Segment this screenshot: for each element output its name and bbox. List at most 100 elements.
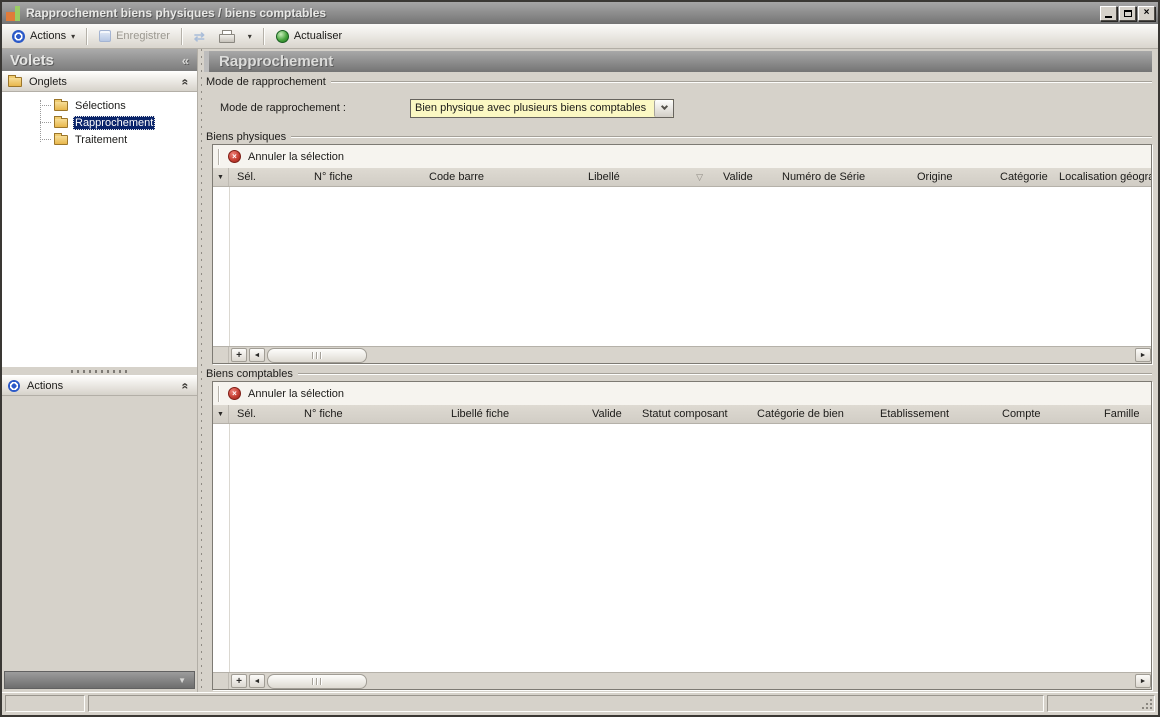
main-toolbar: Actions ▾ Enregistrer ⇄ ▾ Actualiser (2, 24, 1158, 49)
print-button[interactable] (213, 28, 240, 45)
tree-item-selections[interactable]: Sélections (2, 97, 197, 114)
save-label: Enregistrer (116, 30, 170, 42)
cancel-selection-button[interactable]: Annuler la sélection (248, 388, 344, 400)
volets-panel: Volets « Onglets « Sélections Rapprochem… (2, 49, 198, 692)
page-title: Rapprochement (219, 53, 333, 70)
row-selector-icon: ▼ (217, 174, 224, 181)
collapse-panel-icon[interactable]: « (182, 53, 189, 68)
onglets-group-header[interactable]: Onglets « (2, 71, 197, 92)
chevron-double-up-icon: « (179, 78, 193, 85)
actualiser-label: Actualiser (294, 30, 342, 42)
table-header-row: ▼ Sél. N° fiche Code barre Libellé ▽ Val… (213, 168, 1151, 187)
scrollbar-track[interactable] (267, 674, 1132, 689)
groupbox-line (291, 136, 1152, 138)
panel-collapse-bar[interactable]: ▼ (4, 671, 195, 689)
maximize-button[interactable] (1119, 6, 1136, 21)
onglets-tree: Sélections Rapprochement Traitement (2, 92, 197, 367)
window-body: Volets « Onglets « Sélections Rapprochem… (2, 49, 1158, 692)
column-header-label: Libellé (588, 171, 620, 183)
tree-item-label: Traitement (73, 133, 129, 147)
add-row-button[interactable]: + (231, 674, 247, 688)
column-header-libelle[interactable]: Libellé ▽ (580, 168, 715, 186)
column-header-categorie[interactable]: Catégorie (992, 168, 1051, 186)
column-header-localisation[interactable]: Localisation géogra (1051, 168, 1151, 186)
scrollbar-corner-stub (213, 347, 229, 363)
horizontal-scrollbar: + ◄ ► (213, 672, 1151, 689)
biens-physiques-title: Biens physiques (204, 131, 291, 143)
table-toolbar: × Annuler la sélection (213, 382, 1151, 405)
minimize-button[interactable] (1100, 6, 1117, 21)
title-bar: Rapprochement biens physiques / biens co… (2, 2, 1158, 24)
column-header-etablissement[interactable]: Etablissement (872, 405, 994, 423)
scrollbar-thumb[interactable] (267, 348, 367, 363)
table-toolbar: × Annuler la sélection (213, 145, 1151, 168)
tree-item-traitement[interactable]: Traitement (2, 131, 197, 148)
column-header-compte[interactable]: Compte (994, 405, 1096, 423)
column-header-sel[interactable]: Sél. (229, 405, 296, 423)
folder-open-icon (54, 118, 68, 128)
combo-dropdown-button[interactable] (654, 100, 673, 117)
column-header-famille[interactable]: Famille (1096, 405, 1151, 423)
close-button[interactable]: × (1138, 6, 1155, 21)
scroll-left-button[interactable]: ◄ (249, 348, 265, 362)
print-options-button[interactable]: ▾ (242, 30, 258, 43)
column-header-valide[interactable]: Valide (584, 405, 634, 423)
sidebar-splitter-handle[interactable] (2, 367, 197, 375)
printer-icon (219, 30, 234, 43)
refresh-button[interactable]: ⇄ (188, 28, 211, 45)
folder-icon (54, 135, 68, 145)
cancel-selection-button[interactable]: Annuler la sélection (248, 151, 344, 163)
toolbar-separator (86, 28, 88, 45)
add-row-button[interactable]: + (231, 348, 247, 362)
mode-select-value: Bien physique avec plusieurs biens compt… (415, 102, 654, 114)
scrollbar-thumb[interactable] (267, 674, 367, 689)
scroll-right-button[interactable]: ► (1135, 674, 1151, 688)
column-header-code-barre[interactable]: Code barre (421, 168, 580, 186)
save-button[interactable]: Enregistrer (93, 28, 176, 44)
chevron-down-icon: ▼ (178, 676, 186, 685)
row-selector-icon: ▼ (217, 411, 224, 418)
window-controls: × (1100, 6, 1155, 21)
actualiser-icon (276, 30, 289, 43)
status-panel-right (1047, 695, 1155, 712)
column-header-no-fiche[interactable]: N° fiche (296, 405, 443, 423)
biens-comptables-table: × Annuler la sélection ▼ Sél. N° fiche L… (212, 381, 1152, 690)
toolbar-separator (263, 28, 265, 45)
biens-physiques-label-row: Biens physiques (204, 130, 1152, 144)
actions-bullseye-icon (8, 380, 20, 392)
row-selector-header[interactable]: ▼ (213, 405, 229, 423)
scroll-left-button[interactable]: ◄ (249, 674, 265, 688)
column-header-statut-composant[interactable]: Statut composant (634, 405, 749, 423)
mode-group-title: Mode de rapprochement (204, 76, 331, 88)
refresh-icon: ⇄ (194, 30, 205, 43)
column-header-valide[interactable]: Valide (715, 168, 774, 186)
close-icon: × (1144, 8, 1150, 18)
splitter-dots (71, 370, 129, 373)
column-header-origine[interactable]: Origine (909, 168, 992, 186)
mode-label: Mode de rapprochement : (220, 102, 410, 114)
column-header-libelle-fiche[interactable]: Libellé fiche (443, 405, 584, 423)
tree-item-rapprochement[interactable]: Rapprochement (2, 114, 197, 131)
mode-select[interactable]: Bien physique avec plusieurs biens compt… (410, 99, 674, 118)
toolbar-separator (181, 28, 183, 45)
toolbar-grip (218, 149, 220, 165)
scrollbar-track[interactable] (267, 348, 1132, 363)
actions-group-header[interactable]: Actions « (2, 375, 197, 396)
scroll-right-button[interactable]: ► (1135, 348, 1151, 362)
column-header-no-fiche[interactable]: N° fiche (306, 168, 421, 186)
app-window: Rapprochement biens physiques / biens co… (0, 0, 1160, 717)
row-selector-header[interactable]: ▼ (213, 168, 229, 186)
mode-group-label-row: Mode de rapprochement (204, 75, 1152, 89)
actualiser-button[interactable]: Actualiser (270, 28, 348, 45)
mode-row: Mode de rapprochement : Bien physique av… (204, 89, 1152, 127)
resize-grip-icon[interactable] (1150, 707, 1152, 709)
chevron-down-icon: ▾ (71, 32, 75, 41)
column-header-numero-serie[interactable]: Numéro de Série (774, 168, 909, 186)
biens-comptables-title: Biens comptables (204, 368, 298, 380)
column-header-sel[interactable]: Sél. (229, 168, 306, 186)
onglets-group-label: Onglets (29, 76, 67, 88)
volets-header: Volets « (2, 49, 197, 71)
actions-menu-button[interactable]: Actions ▾ (6, 28, 81, 45)
column-header-categorie-bien[interactable]: Catégorie de bien (749, 405, 872, 423)
chevron-double-up-icon: « (179, 382, 193, 389)
